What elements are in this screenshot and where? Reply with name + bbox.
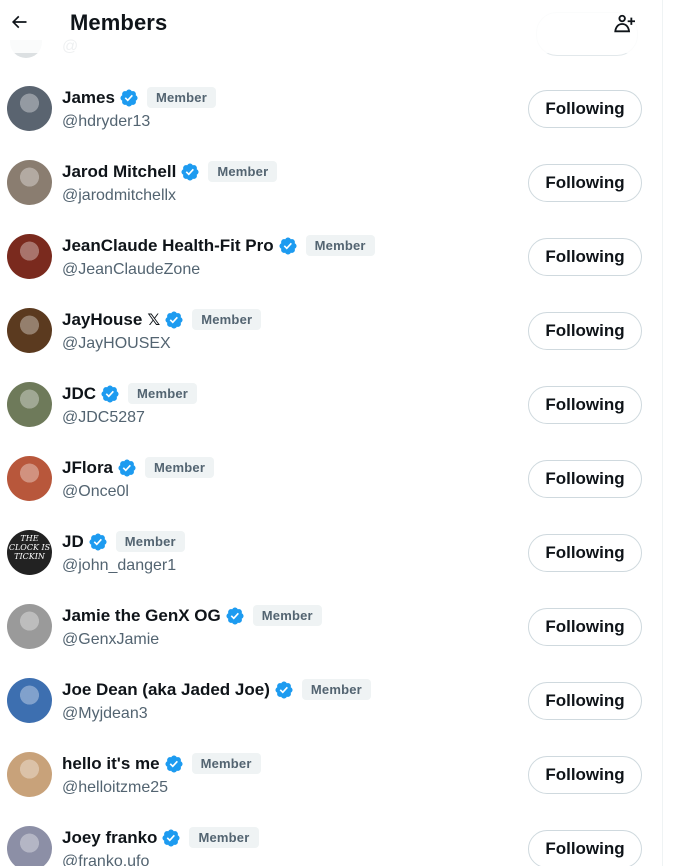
following-button[interactable]: Following — [528, 238, 642, 276]
member-name-line: Joey franko Member — [62, 827, 259, 848]
member-row[interactable]: JayHouse 𝕏 Member @JayHOUSEX Following — [0, 295, 662, 369]
member-badge: Member — [128, 383, 198, 404]
member-name[interactable]: Joe Dean (aka Jaded Joe) — [62, 680, 270, 700]
member-name-line: hello it's me Member — [62, 753, 261, 774]
member-name-line: JD Member — [62, 531, 185, 552]
verified-badge-icon — [165, 754, 183, 773]
member-name[interactable]: JD — [62, 532, 84, 552]
member-row[interactable]: hello it's me Member @helloitzme25 Followin… — [0, 739, 662, 813]
following-button[interactable]: Following — [528, 312, 642, 350]
member-handle[interactable]: @helloitzme25 — [62, 779, 168, 797]
column-divider — [662, 0, 663, 866]
following-button[interactable]: Following — [528, 164, 642, 202]
member-name-line: Jamie the GenX OG Member — [62, 605, 322, 626]
member-name-line: Joe Dean (aka Jaded Joe) Member — [62, 679, 371, 700]
member-row[interactable]: THE CLOCK IS TICKIN JD Member @john_danger1… — [0, 517, 662, 591]
member-handle[interactable]: @JeanClaudeZone — [62, 261, 200, 279]
member-row[interactable]: JFlora Member @Once0l Following — [0, 443, 662, 517]
member-row[interactable]: Jamie the GenX OG Member @GenxJamie Followi… — [0, 591, 662, 665]
verified-badge-icon — [118, 458, 136, 477]
verified-badge-icon — [226, 606, 244, 625]
avatar[interactable] — [7, 456, 52, 501]
add-person-icon — [614, 14, 635, 33]
member-handle[interactable]: @john_danger1 — [62, 557, 176, 575]
member-name[interactable]: JayHouse — [62, 310, 142, 330]
member-name[interactable]: Jamie the GenX OG — [62, 606, 221, 626]
member-badge: Member — [191, 753, 261, 774]
member-badge: Member — [252, 605, 322, 626]
avatar[interactable] — [7, 86, 52, 131]
verified-badge-icon — [165, 310, 183, 329]
avatar[interactable]: THE CLOCK IS TICKIN — [7, 530, 52, 575]
member-row[interactable]: James Member @hdryder13 Following — [0, 73, 662, 147]
member-row[interactable]: JeanClaude Health-Fit Pro Member @JeanClau… — [0, 221, 662, 295]
member-badge: Member — [305, 235, 375, 256]
verified-badge-icon — [120, 88, 138, 107]
avatar[interactable] — [7, 604, 52, 649]
avatar[interactable] — [7, 234, 52, 279]
avatar[interactable] — [7, 160, 52, 205]
x-logo-icon: 𝕏 — [147, 311, 161, 329]
following-button[interactable]: Following — [528, 90, 642, 128]
member-row[interactable]: Joe Dean (aka Jaded Joe) Member @Myjdean3 F… — [0, 665, 662, 739]
member-handle[interactable]: @hdryder13 — [62, 113, 150, 131]
member-name-line: James Member — [62, 87, 216, 108]
following-button[interactable]: Following — [528, 608, 642, 646]
header-bar: Members — [0, 0, 662, 53]
avatar[interactable] — [7, 752, 52, 797]
member-name[interactable]: JFlora — [62, 458, 113, 478]
member-name-line: JayHouse 𝕏 Member — [62, 309, 262, 330]
verified-badge-icon — [275, 680, 293, 699]
verified-badge-icon — [162, 828, 180, 847]
member-name[interactable]: JeanClaude Health-Fit Pro — [62, 236, 274, 256]
following-button[interactable]: Following — [528, 534, 642, 572]
members-page: @ Members JamesMember@hdryder13Following… — [0, 0, 662, 866]
member-badge: Member — [146, 87, 216, 108]
member-handle[interactable]: @Once0l — [62, 483, 129, 501]
verified-badge-icon — [279, 236, 297, 255]
member-handle[interactable]: @Myjdean3 — [62, 705, 148, 723]
member-list: James Member @hdryder13 Following Jarod Mitc… — [0, 73, 662, 866]
member-badge: Member — [208, 161, 278, 182]
verified-badge-icon — [181, 162, 199, 181]
following-button[interactable]: Following — [528, 830, 642, 866]
member-badge: Member — [189, 827, 259, 848]
member-badge: Member — [192, 309, 262, 330]
arrow-left-icon — [11, 15, 27, 29]
member-row[interactable]: Joey franko Member @franko.ufo Following — [0, 813, 662, 866]
member-handle[interactable]: @jarodmitchellx — [62, 187, 176, 205]
page-title: Members — [70, 10, 168, 35]
member-name-line: JDC Member — [62, 383, 198, 404]
member-row[interactable]: JDC Member @JDC5287 Following — [0, 369, 662, 443]
member-handle[interactable]: @JayHOUSEX — [62, 335, 171, 353]
member-row[interactable]: Jarod Mitchell Member @jarodmitchellx Follo… — [0, 147, 662, 221]
avatar-text: THE CLOCK IS TICKIN — [8, 534, 51, 561]
member-name-line: JFlora Member — [62, 457, 215, 478]
member-name[interactable]: hello it's me — [62, 754, 160, 774]
member-name-line: Jarod Mitchell Member — [62, 161, 278, 182]
member-name[interactable]: James — [62, 88, 115, 108]
following-button[interactable]: Following — [528, 682, 642, 720]
member-handle[interactable]: @JDC5287 — [62, 409, 145, 427]
member-name[interactable]: JDC — [62, 384, 96, 404]
member-name[interactable]: Joey franko — [62, 828, 157, 848]
member-badge: Member — [115, 531, 185, 552]
member-badge: Member — [301, 679, 371, 700]
member-handle[interactable]: @franko.ufo — [62, 853, 149, 866]
following-button[interactable]: Following — [528, 756, 642, 794]
following-button[interactable]: Following — [528, 386, 642, 424]
avatar[interactable] — [7, 382, 52, 427]
member-name-line: JeanClaude Health-Fit Pro Member — [62, 235, 375, 256]
member-name[interactable]: Jarod Mitchell — [62, 162, 176, 182]
avatar[interactable] — [7, 308, 52, 353]
add-member-button[interactable] — [608, 9, 640, 39]
verified-badge-icon — [101, 384, 119, 403]
verified-badge-icon — [89, 532, 107, 551]
member-handle[interactable]: @GenxJamie — [62, 631, 159, 649]
avatar[interactable] — [7, 826, 52, 866]
avatar[interactable] — [7, 678, 52, 723]
back-button[interactable] — [4, 7, 34, 37]
member-badge: Member — [145, 457, 215, 478]
following-button[interactable]: Following — [528, 460, 642, 498]
